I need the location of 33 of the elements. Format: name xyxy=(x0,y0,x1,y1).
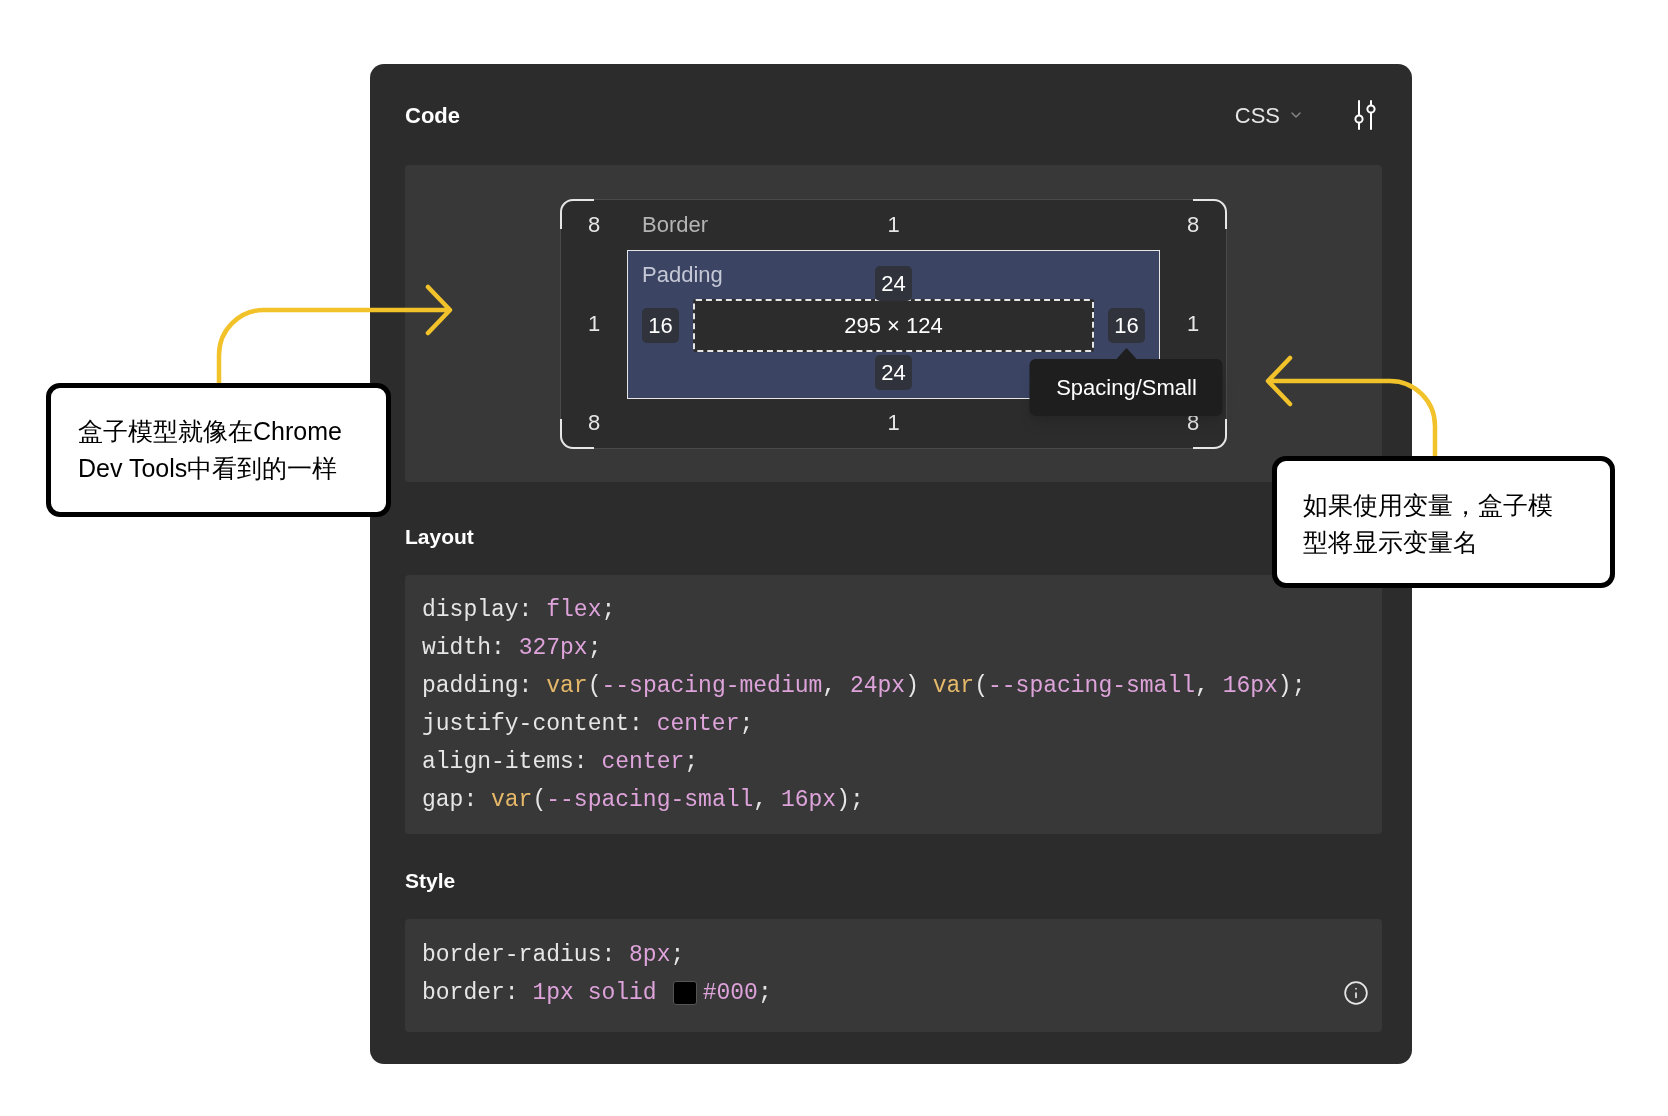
content-box: 295 × 124 xyxy=(693,298,1094,352)
annotation-callout: 盒子模型就像在Chrome Dev Tools中看到的一样 xyxy=(46,383,391,517)
sliders-icon xyxy=(1352,100,1378,130)
padding-value: 16 xyxy=(1108,307,1145,343)
section-heading: Layout xyxy=(405,524,474,550)
border-value: 1 xyxy=(887,412,900,434)
code-line: justify-content: center; xyxy=(422,710,754,739)
padding-label: Padding xyxy=(641,263,723,286)
section-heading: Style xyxy=(405,868,456,894)
border-label: Border xyxy=(641,213,709,236)
border-value: 1 xyxy=(587,313,601,335)
padding-value: 24 xyxy=(875,354,912,390)
annotation-callout: 如果使用变量，盒子模型将显示变量名 xyxy=(1272,456,1615,588)
radius-value: 8 xyxy=(587,412,601,434)
panel-title: Code xyxy=(405,101,460,130)
info-icon xyxy=(1343,980,1369,1006)
code-line: width: 327px; xyxy=(422,634,602,663)
language-dropdown[interactable]: CSS xyxy=(1234,98,1304,132)
border-value: 1 xyxy=(887,213,900,236)
border-value: 1 xyxy=(1186,313,1200,335)
tooltip: Spacing/Small xyxy=(1030,358,1223,416)
code-text: #000; xyxy=(702,979,772,1008)
radius-value: 8 xyxy=(1186,213,1200,236)
code-line: display: flex; xyxy=(422,596,616,625)
code-text: border: 1px solid xyxy=(422,979,657,1008)
code-line: gap: var(--spacing-small, 16px); xyxy=(422,786,864,815)
info-button[interactable] xyxy=(1343,980,1369,1006)
code-line: align-items: center; xyxy=(422,748,699,777)
radius-value: 8 xyxy=(587,213,601,236)
padding-value: 16 xyxy=(642,307,679,343)
padding-value: 24 xyxy=(875,265,912,301)
code-line: padding: var(--spacing-medium, 24px) var(--spacing-small, 16px); xyxy=(422,672,1306,701)
code-line: border-radius: 8px; xyxy=(422,941,685,970)
